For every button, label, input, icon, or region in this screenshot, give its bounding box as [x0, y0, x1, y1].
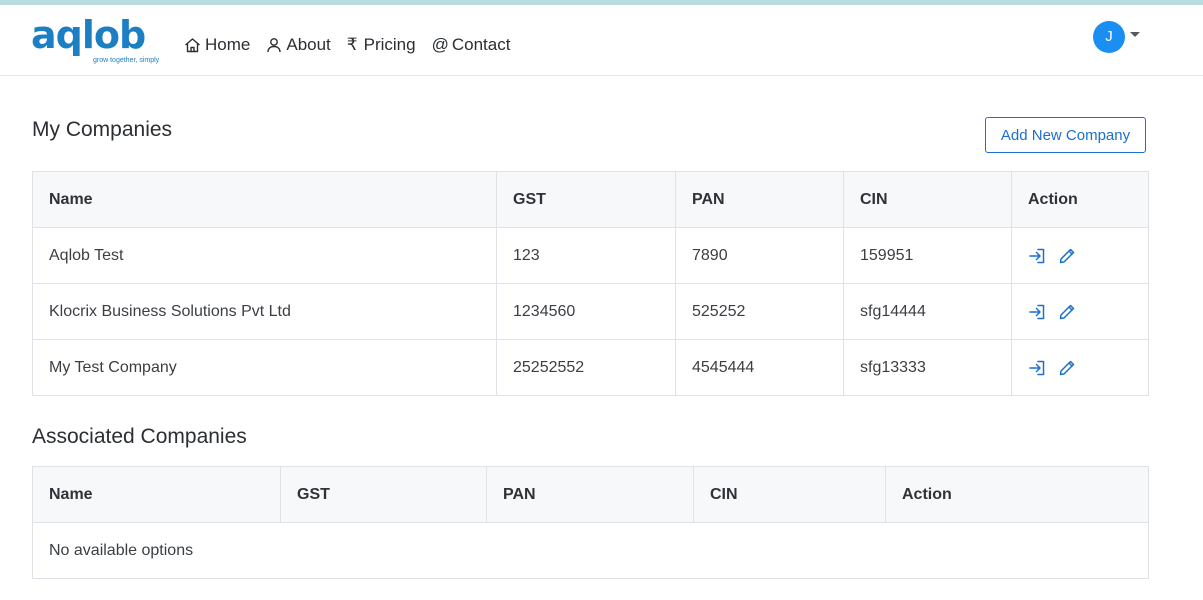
column-header-action: Action	[1011, 171, 1149, 228]
navbar: aqlob grow together, simply Home About ₹…	[0, 5, 1203, 76]
column-header-cin: CIN	[693, 466, 886, 523]
column-header-gst: GST	[280, 466, 487, 523]
brand-logo[interactable]: aqlob grow together, simply	[31, 13, 161, 70]
action-cell	[1011, 227, 1149, 284]
edit-pencil-icon[interactable]	[1058, 303, 1076, 321]
at-icon: @	[431, 35, 449, 54]
rupee-icon: ₹	[346, 35, 358, 54]
nav-contact[interactable]: @ Contact	[432, 35, 511, 55]
column-header-cin: CIN	[843, 171, 1012, 228]
login-icon[interactable]	[1028, 247, 1046, 265]
my-companies-title: My Companies	[32, 118, 173, 141]
column-header-pan: PAN	[486, 466, 694, 523]
company-name-cell: My Test Company	[32, 339, 497, 396]
nav-home-label: Home	[205, 35, 251, 54]
associated-companies-table: Name GST PAN CIN Action No available opt…	[32, 466, 1149, 579]
table-row: Aqlob Test 123 7890 159951	[32, 227, 1149, 284]
company-name-cell: Klocrix Business Solutions Pvt Ltd	[32, 283, 497, 340]
login-icon[interactable]	[1028, 303, 1046, 321]
column-header-pan: PAN	[675, 171, 844, 228]
gst-cell: 123	[496, 227, 676, 284]
nav-home[interactable]: Home	[184, 35, 250, 55]
column-header-name: Name	[32, 466, 281, 523]
company-name-cell: Aqlob Test	[32, 227, 497, 284]
table-header-row: Name GST PAN CIN Action	[32, 171, 1149, 228]
home-icon	[185, 38, 200, 53]
login-icon[interactable]	[1028, 359, 1046, 377]
column-header-action: Action	[885, 466, 1149, 523]
nav-about-label: About	[286, 35, 331, 54]
cin-cell: sfg14444	[843, 283, 1012, 340]
user-avatar[interactable]: J	[1093, 21, 1125, 53]
table-header-row: Name GST PAN CIN Action	[32, 466, 1149, 523]
action-cell	[1011, 283, 1149, 340]
column-header-name: Name	[32, 171, 497, 228]
pan-cell: 7890	[675, 227, 844, 284]
column-header-gst: GST	[496, 171, 676, 228]
pan-cell: 525252	[675, 283, 844, 340]
gst-cell: 25252552	[496, 339, 676, 396]
brand-logo-text: aqlob	[31, 13, 146, 57]
pan-cell: 4545444	[675, 339, 844, 396]
associated-companies-title: Associated Companies	[32, 425, 247, 448]
table-row: My Test Company 25252552 4545444 sfg1333…	[32, 339, 1149, 396]
edit-pencil-icon[interactable]	[1058, 247, 1076, 265]
person-icon	[267, 38, 282, 53]
brand-tagline: grow together, simply	[93, 57, 160, 64]
my-companies-table: Name GST PAN CIN Action Aqlob Test 123 7…	[32, 171, 1149, 396]
nav-contact-label: Contact	[451, 35, 511, 54]
add-new-company-button[interactable]: Add New Company	[985, 117, 1146, 153]
empty-state-message: No available options	[32, 522, 1149, 579]
chevron-down-icon[interactable]	[1130, 32, 1140, 37]
table-row: Klocrix Business Solutions Pvt Ltd 12345…	[32, 283, 1149, 340]
edit-pencil-icon[interactable]	[1058, 359, 1076, 377]
nav-pricing-label: Pricing	[363, 35, 416, 54]
table-row: No available options	[32, 522, 1149, 579]
nav-pricing[interactable]: ₹ Pricing	[347, 35, 416, 55]
main-nav: Home About ₹ Pricing @ Contact	[184, 33, 526, 57]
nav-about[interactable]: About	[266, 35, 331, 55]
action-cell	[1011, 339, 1149, 396]
gst-cell: 1234560	[496, 283, 676, 340]
cin-cell: sfg13333	[843, 339, 1012, 396]
cin-cell: 159951	[843, 227, 1012, 284]
